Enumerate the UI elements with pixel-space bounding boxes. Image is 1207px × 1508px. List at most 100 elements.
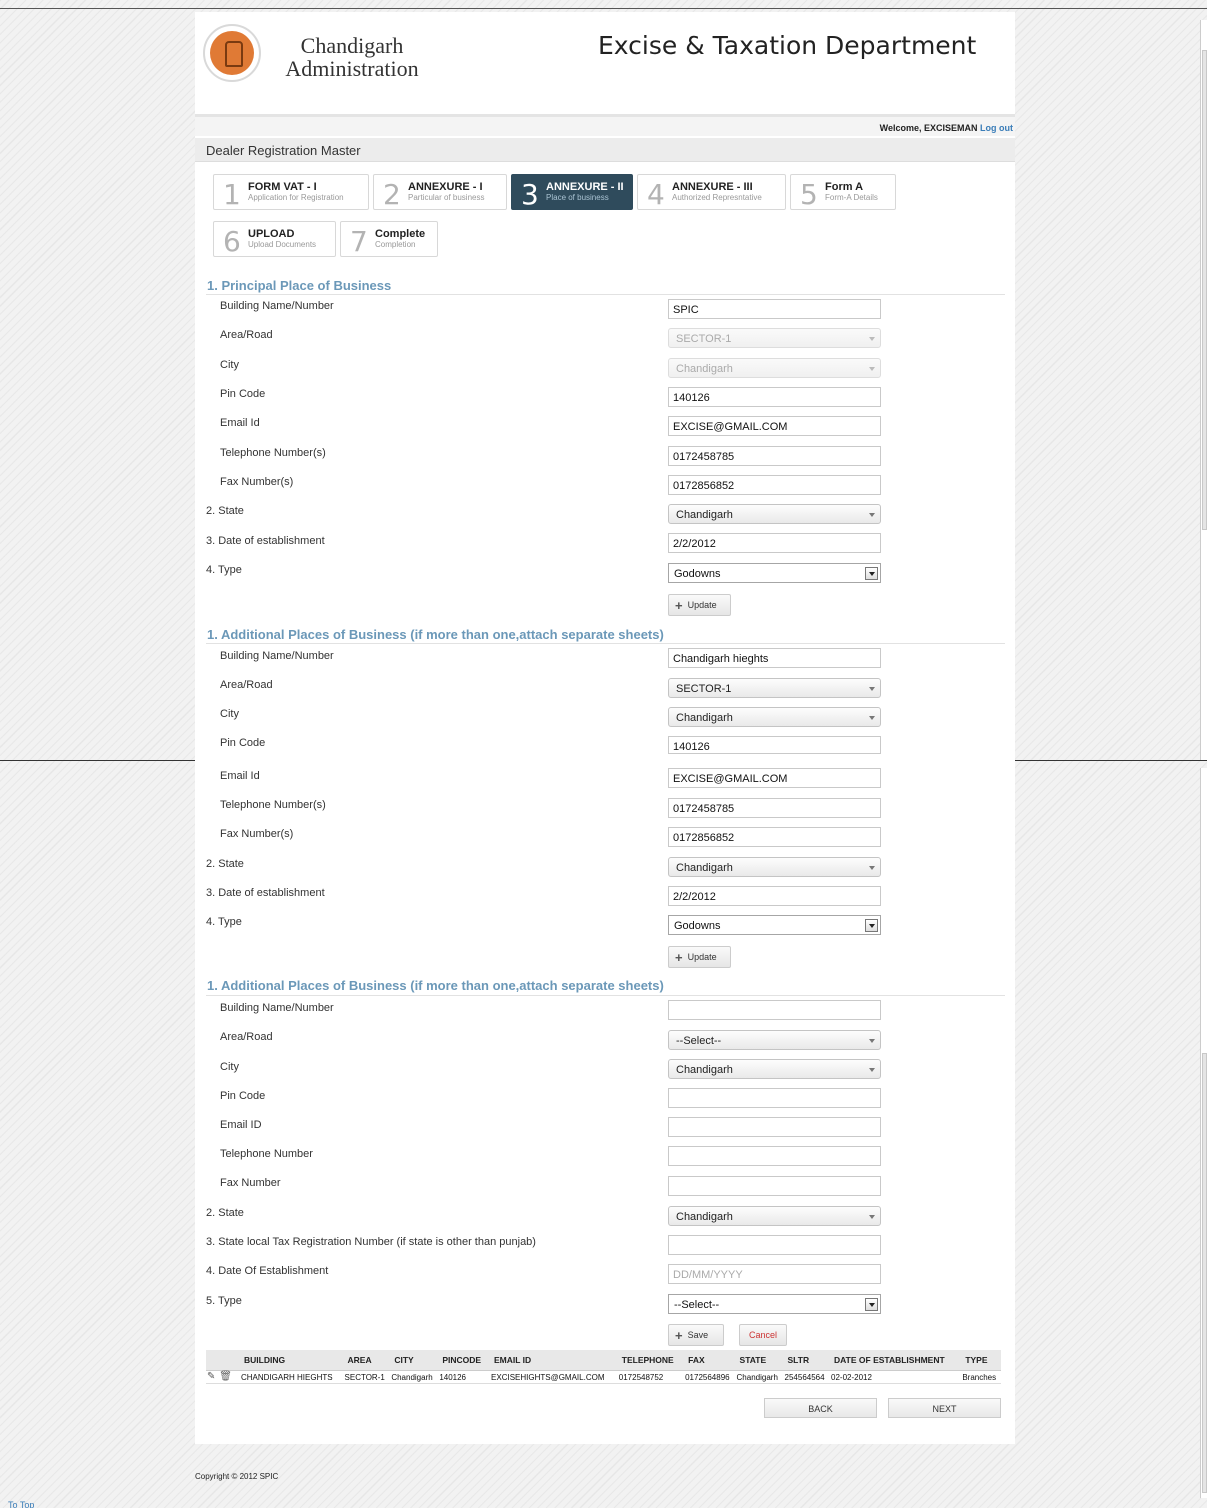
state-select[interactable]: Chandigarh — [668, 504, 881, 524]
grid-actions-header — [206, 1350, 240, 1371]
welcome-text: Welcome, EXCISEMAN Log out — [879, 123, 1013, 133]
label-area: Area/Road — [220, 329, 273, 341]
sltr-input[interactable] — [668, 1235, 881, 1255]
label-email: Email Id — [220, 417, 260, 429]
label-pin: Pin Code — [220, 737, 266, 749]
label-building: Building Name/Number — [220, 650, 334, 662]
dropdown-arrow-icon — [865, 1298, 878, 1311]
label-state: 2. State — [206, 1207, 244, 1219]
building-input[interactable]: Chandigarh hieghts — [668, 648, 881, 668]
label-state: 2. State — [206, 858, 244, 870]
cell-building: CHANDIGARH HIEGHTS — [240, 1370, 344, 1384]
city-select[interactable]: Chandigarh — [668, 358, 881, 378]
step-upload[interactable]: 6 UPLOAD Upload Documents — [213, 221, 336, 258]
logout-link[interactable]: Log out — [980, 123, 1013, 133]
grid-header-type: TYPE — [961, 1350, 1001, 1371]
grid-header-sltr: SLTR — [783, 1350, 831, 1371]
update-button[interactable]: + Update — [668, 946, 731, 968]
cell-email: EXCISEHIGHTS@GMAIL.COM — [490, 1370, 618, 1384]
grid-header-date: DATE OF ESTABLISHMENT — [830, 1350, 962, 1371]
fax-input[interactable]: 0172856852 — [668, 475, 881, 495]
label-area: Area/Road — [220, 1031, 273, 1043]
label-date: 4. Date Of Establishment — [206, 1265, 329, 1277]
section-divider — [206, 995, 1005, 996]
step-form-vat-1[interactable]: 1 FORM VAT - I Application for Registratio… — [213, 174, 369, 211]
fax-input[interactable] — [668, 1176, 881, 1196]
type-select[interactable]: Godowns — [668, 563, 881, 583]
site-header: Chandigarh Administration Excise & Taxat… — [195, 12, 1015, 114]
label-date: 3. Date of establishment — [206, 535, 325, 547]
label-fax: Fax Number — [220, 1177, 281, 1189]
plus-icon: + — [675, 1328, 683, 1343]
section-principal-heading: 1. Principal Place of Business — [207, 278, 392, 293]
label-type: 4. Type — [206, 916, 242, 928]
cell-sltr: 254564564 — [783, 1370, 831, 1384]
pin-input[interactable]: 140126 — [668, 736, 881, 754]
business-places-grid: BUILDING AREA CITY PINCODE EMAIL ID TELE… — [206, 1350, 1001, 1384]
scrollbar-thumb[interactable] — [1202, 50, 1207, 530]
grid-header-email: EMAIL ID — [490, 1350, 618, 1371]
section-divider — [206, 643, 1005, 644]
label-fax: Fax Number(s) — [220, 828, 294, 840]
building-input[interactable] — [668, 1000, 881, 1020]
email-input[interactable] — [668, 1117, 881, 1137]
label-state: 2. State — [206, 505, 244, 517]
city-select[interactable]: Chandigarh — [668, 707, 881, 727]
edit-pencil-icon[interactable]: ✎ — [207, 1372, 217, 1382]
welcome-bar: Welcome, EXCISEMAN Log out — [195, 114, 1015, 136]
date-input[interactable]: 2/2/2012 — [668, 886, 881, 906]
section-additional-heading: 1. Additional Places of Business (if mor… — [207, 978, 664, 993]
step-annexure-3[interactable]: 4 ANNEXURE - III Authorized Represntative — [637, 174, 786, 211]
admin-title: Chandigarh Administration — [285, 33, 419, 81]
state-select[interactable]: Chandigarh — [668, 1206, 881, 1226]
grid-header-state: STATE — [735, 1350, 784, 1371]
area-select[interactable]: SECTOR-1 — [668, 678, 881, 698]
telephone-input[interactable] — [668, 1146, 881, 1166]
back-button[interactable]: BACK — [764, 1398, 877, 1418]
email-input[interactable]: EXCISE@GMAIL.COM — [668, 416, 881, 436]
step-annexure-1[interactable]: 2 ANNEXURE - I Particular of business — [373, 174, 507, 211]
label-pin: Pin Code — [220, 1090, 266, 1102]
telephone-input[interactable]: 0172458785 — [668, 446, 881, 466]
email-input[interactable]: EXCISE@GMAIL.COM — [668, 768, 881, 788]
cell-area: SECTOR-1 — [343, 1370, 391, 1384]
grid-header-fax: FAX — [684, 1350, 736, 1371]
delete-trash-icon[interactable]: 🗑 — [219, 1372, 232, 1382]
date-input[interactable]: 2/2/2012 — [668, 533, 881, 553]
grid-header-building: BUILDING — [240, 1350, 344, 1371]
scrollbar-thumb[interactable] — [1202, 1053, 1207, 1493]
pin-input[interactable]: 140126 — [668, 387, 881, 407]
area-select[interactable]: --Select-- — [668, 1030, 881, 1050]
cell-date: 02-02-2012 — [830, 1370, 962, 1384]
step-complete[interactable]: 7 Complete Completion — [340, 221, 438, 258]
scrollbar-upper[interactable] — [1200, 20, 1207, 760]
cell-pincode: 140126 — [438, 1370, 491, 1384]
fax-input[interactable]: 0172856852 — [668, 827, 881, 847]
cancel-button[interactable]: Cancel — [739, 1324, 787, 1346]
next-button[interactable]: NEXT — [888, 1398, 1001, 1418]
cell-city: Chandigarh — [390, 1370, 439, 1384]
step-annexure-2[interactable]: 3 ANNEXURE - II Place of business — [511, 174, 633, 211]
grid-header-pincode: PINCODE — [438, 1350, 491, 1371]
save-button[interactable]: + Save — [668, 1324, 724, 1346]
window-top-border — [0, 8, 1207, 9]
type-select[interactable]: Godowns — [668, 915, 881, 935]
state-select[interactable]: Chandigarh — [668, 857, 881, 877]
telephone-input[interactable]: 0172458785 — [668, 798, 881, 818]
type-select[interactable]: --Select-- — [668, 1294, 881, 1314]
update-button[interactable]: + Update — [668, 594, 731, 616]
to-top-link[interactable]: To Top — [8, 1500, 34, 1508]
date-input[interactable]: DD/MM/YYYY — [668, 1264, 881, 1284]
city-select[interactable]: Chandigarh — [668, 1059, 881, 1079]
building-input[interactable]: SPIC — [668, 299, 881, 319]
label-city: City — [220, 1061, 239, 1073]
cell-telephone: 0172548752 — [617, 1370, 685, 1384]
scrollbar-lower[interactable] — [1200, 768, 1207, 1498]
grid-header-city: CITY — [390, 1350, 439, 1371]
pin-input[interactable] — [668, 1088, 881, 1108]
grid-header-area: AREA — [343, 1350, 391, 1371]
grid-actions-cell: ✎ 🗑 — [206, 1370, 240, 1384]
area-select[interactable]: SECTOR-1 — [668, 328, 881, 348]
step-form-a[interactable]: 5 Form A Form-A Details — [790, 174, 896, 211]
grid-header-telephone: TELEPHONE — [617, 1350, 685, 1371]
